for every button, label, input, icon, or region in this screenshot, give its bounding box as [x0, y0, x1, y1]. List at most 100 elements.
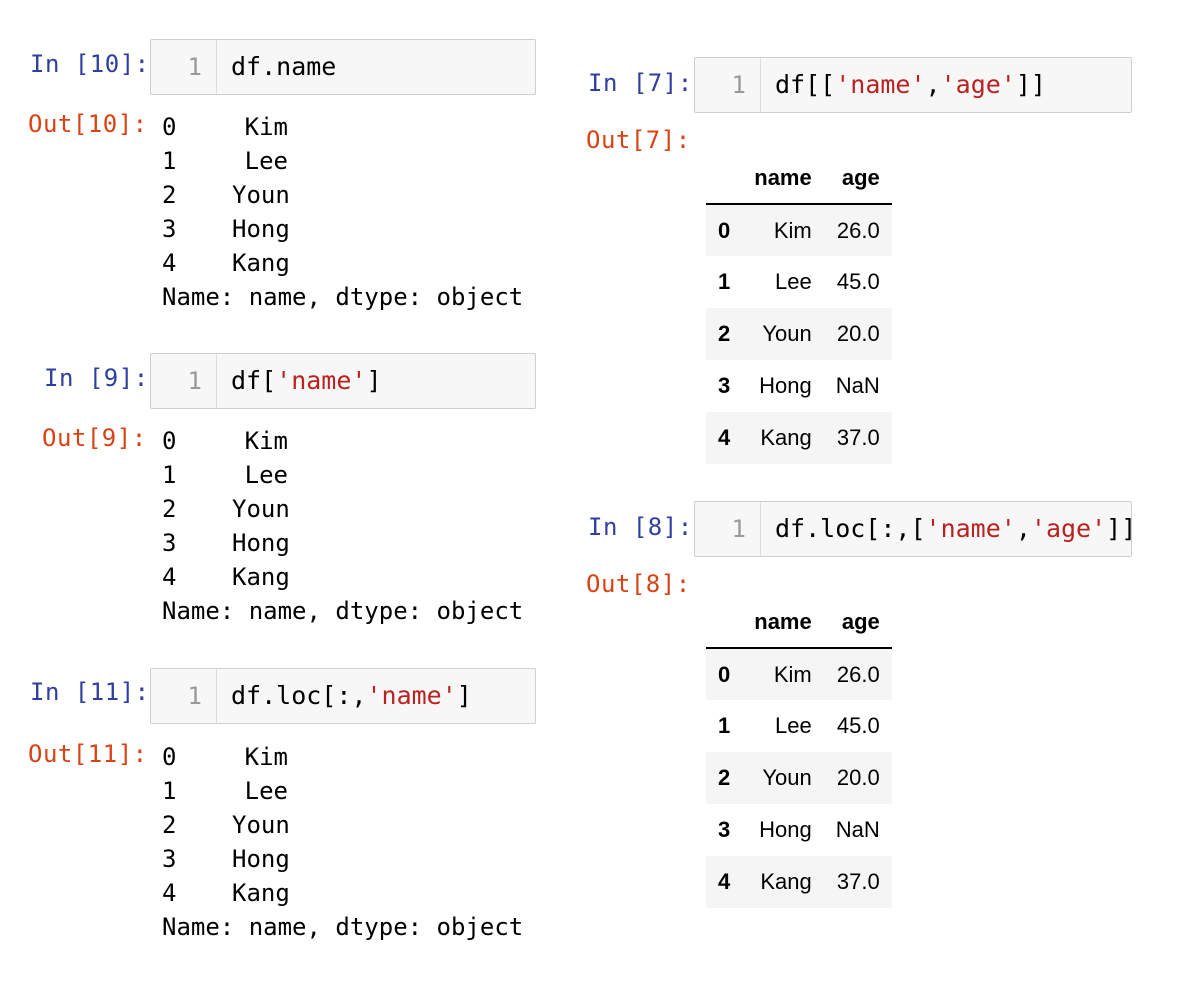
- line-number: 1: [151, 354, 217, 408]
- dataframe-table: name age 0 Kim 26.0 1 Lee 45.0 2 Youn 20.0 3 Ho…: [706, 596, 892, 908]
- series-index: 1: [162, 461, 177, 489]
- table-row: 0 Kim 26.0: [706, 648, 892, 700]
- series-index: 1: [162, 777, 177, 805]
- series-row: 1 Lee: [162, 458, 523, 492]
- index-header: [706, 152, 743, 205]
- cell-name: Kang: [760, 869, 812, 894]
- code-input[interactable]: 1 df.name: [150, 39, 536, 95]
- cell-age: 20.0: [836, 321, 880, 346]
- series-output: 0 Kim 1 Lee 2 Youn 3 Hong 4 Kang Name: name, dtype…: [162, 110, 523, 314]
- series-row: 0 Kim: [162, 110, 523, 144]
- series-footer: Name: name, dtype: object: [162, 913, 524, 941]
- in-prompt: In [11]:: [30, 678, 150, 706]
- column-header-name: name: [742, 596, 824, 649]
- header-row: name age: [706, 152, 892, 205]
- series-value: Youn: [232, 811, 290, 839]
- header-row: name age: [706, 596, 892, 649]
- series-value: Kim: [244, 427, 288, 455]
- row-index: 1: [718, 713, 731, 738]
- series-index: 3: [162, 529, 177, 557]
- code-text[interactable]: df['name']: [231, 354, 382, 408]
- series-index: 1: [162, 147, 177, 175]
- line-number: 1: [695, 502, 761, 556]
- column-header-age: age: [823, 152, 892, 205]
- series-row: 4 Kang: [162, 876, 523, 910]
- in-prompt: In [9]:: [44, 364, 149, 392]
- cell-name: Hong: [759, 817, 812, 842]
- code-input[interactable]: 1 df.loc[:,['name','age']]: [694, 501, 1136, 557]
- series-value: Lee: [244, 147, 288, 175]
- series-value: Hong: [232, 845, 290, 873]
- series-row: 2 Youn: [162, 178, 523, 212]
- cell-name: Lee: [775, 269, 812, 294]
- table-row: 2 Youn 20.0: [706, 308, 892, 360]
- series-index: 0: [162, 743, 177, 771]
- series-value: Hong: [232, 529, 290, 557]
- in-prompt: In [8]:: [588, 513, 693, 541]
- row-index: 1: [718, 269, 731, 294]
- row-index: 3: [718, 817, 731, 842]
- series-row: 1 Lee: [162, 774, 523, 808]
- series-row: 0 Kim: [162, 740, 523, 774]
- row-index: 2: [718, 321, 731, 346]
- code-input[interactable]: 1 df[['name','age']]: [694, 57, 1132, 113]
- cell-age: 37.0: [836, 425, 880, 450]
- series-value: Lee: [244, 461, 288, 489]
- dataframe-table: name age 0 Kim 26.0 1 Lee 45.0 2 Youn 20.0 3 Ho…: [706, 152, 892, 464]
- series-value: Hong: [232, 215, 290, 243]
- line-number: 1: [151, 40, 217, 94]
- cell-name: Lee: [775, 713, 812, 738]
- cell-name: Kim: [773, 661, 812, 687]
- table-row: 2 Youn 20.0: [706, 752, 892, 804]
- series-index: 3: [162, 215, 177, 243]
- series-footer: Name: name, dtype: object: [162, 597, 524, 625]
- series-index: 0: [162, 427, 177, 455]
- series-value: Kang: [232, 563, 290, 591]
- series-value: Lee: [244, 777, 288, 805]
- line-number: 1: [695, 58, 761, 112]
- series-value: Kang: [232, 249, 290, 277]
- out-prompt: Out[11]:: [28, 740, 148, 768]
- cell-name: Hong: [759, 373, 812, 398]
- series-value: Kim: [244, 743, 288, 771]
- series-row: 3 Hong: [162, 526, 523, 560]
- cell-name: Youn: [762, 765, 812, 790]
- series-row: 1 Lee: [162, 144, 523, 178]
- cell-age: 26.0: [836, 217, 880, 243]
- series-index: 4: [162, 563, 177, 591]
- cell-age: NaN: [835, 373, 880, 398]
- code-text[interactable]: df.loc[:,['name','age']]: [775, 502, 1136, 556]
- series-value: Youn: [232, 181, 290, 209]
- series-index: 0: [162, 113, 177, 141]
- series-value: Kim: [244, 113, 288, 141]
- cell-age: 45.0: [836, 713, 880, 738]
- cell-age: NaN: [835, 817, 880, 842]
- series-footer: Name: name, dtype: object: [162, 283, 524, 311]
- code-text[interactable]: df.loc[:,'name']: [231, 669, 472, 723]
- row-index: 0: [718, 217, 731, 243]
- series-index: 2: [162, 495, 177, 523]
- index-header: [706, 596, 743, 649]
- series-output: 0 Kim 1 Lee 2 Youn 3 Hong 4 Kang Name: name, dtype…: [162, 740, 523, 944]
- cell-age: 20.0: [836, 765, 880, 790]
- cell-name: Youn: [762, 321, 812, 346]
- series-output: 0 Kim 1 Lee 2 Youn 3 Hong 4 Kang Name: name, dtype…: [162, 424, 523, 628]
- code-text[interactable]: df[['name','age']]: [775, 58, 1046, 112]
- table-row: 3 Hong NaN: [706, 804, 892, 856]
- out-prompt: Out[9]:: [42, 424, 147, 452]
- column-header-age: age: [823, 596, 892, 649]
- series-row: 4 Kang: [162, 560, 523, 594]
- cell-age: 45.0: [836, 269, 880, 294]
- table-row: 1 Lee 45.0: [706, 256, 892, 308]
- series-row: 4 Kang: [162, 246, 523, 280]
- code-text[interactable]: df.name: [231, 40, 336, 94]
- row-index: 4: [718, 425, 731, 450]
- in-prompt: In [10]:: [30, 50, 150, 78]
- series-index: 4: [162, 249, 177, 277]
- code-input[interactable]: 1 df['name']: [150, 353, 536, 409]
- table-row: 3 Hong NaN: [706, 360, 892, 412]
- table-row: 4 Kang 37.0: [706, 856, 892, 908]
- table-row: 4 Kang 37.0: [706, 412, 892, 464]
- code-input[interactable]: 1 df.loc[:,'name']: [150, 668, 536, 724]
- row-index: 3: [718, 373, 731, 398]
